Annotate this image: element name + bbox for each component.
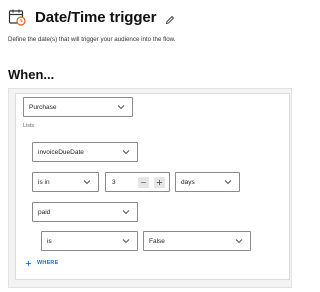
lists-label: Lists xyxy=(23,123,35,129)
amount-stepper[interactable]: 3 xyxy=(105,172,170,192)
add-where-label: WHERE xyxy=(37,260,59,266)
amount-value: 3 xyxy=(112,179,116,186)
section-heading: When... xyxy=(8,67,55,82)
filter-operator-select[interactable]: is xyxy=(41,231,138,251)
filter-value-value: False xyxy=(149,237,165,245)
add-where-button[interactable]: WHERE xyxy=(25,258,58,268)
filter-property-select[interactable]: paid xyxy=(32,202,138,222)
page-subtitle: Define the date(s) that will trigger you… xyxy=(8,36,176,43)
calendar-clock-icon xyxy=(8,8,26,26)
increment-button[interactable] xyxy=(154,177,165,188)
page-header: Date/Time trigger xyxy=(8,6,175,28)
unit-select[interactable]: days xyxy=(175,172,240,192)
page-title: Date/Time trigger xyxy=(35,8,157,26)
plus-icon xyxy=(25,260,32,266)
chevron-down-icon xyxy=(224,180,232,185)
filter-operator-value: is xyxy=(47,237,52,245)
property-select[interactable]: invoiceDueDate xyxy=(32,142,138,162)
operator-select-value: is in xyxy=(38,178,50,186)
chevron-down-icon xyxy=(83,180,91,185)
property-select-value: invoiceDueDate xyxy=(38,148,84,156)
chevron-down-icon xyxy=(122,150,130,155)
plus-icon xyxy=(156,179,163,186)
filter-property-value: paid xyxy=(38,208,51,216)
chevron-down-icon xyxy=(117,105,125,110)
event-select-value: Purchase xyxy=(29,103,57,111)
event-select[interactable]: Purchase xyxy=(23,97,133,117)
unit-select-value: days xyxy=(181,178,195,186)
operator-select[interactable]: is in xyxy=(32,172,99,192)
chevron-down-icon xyxy=(122,239,130,244)
decrement-button[interactable] xyxy=(138,177,149,188)
chevron-down-icon xyxy=(122,210,130,215)
pencil-icon[interactable] xyxy=(165,12,175,25)
minus-icon xyxy=(140,182,147,183)
filter-value-select[interactable]: False xyxy=(143,231,251,251)
chevron-down-icon xyxy=(235,239,243,244)
